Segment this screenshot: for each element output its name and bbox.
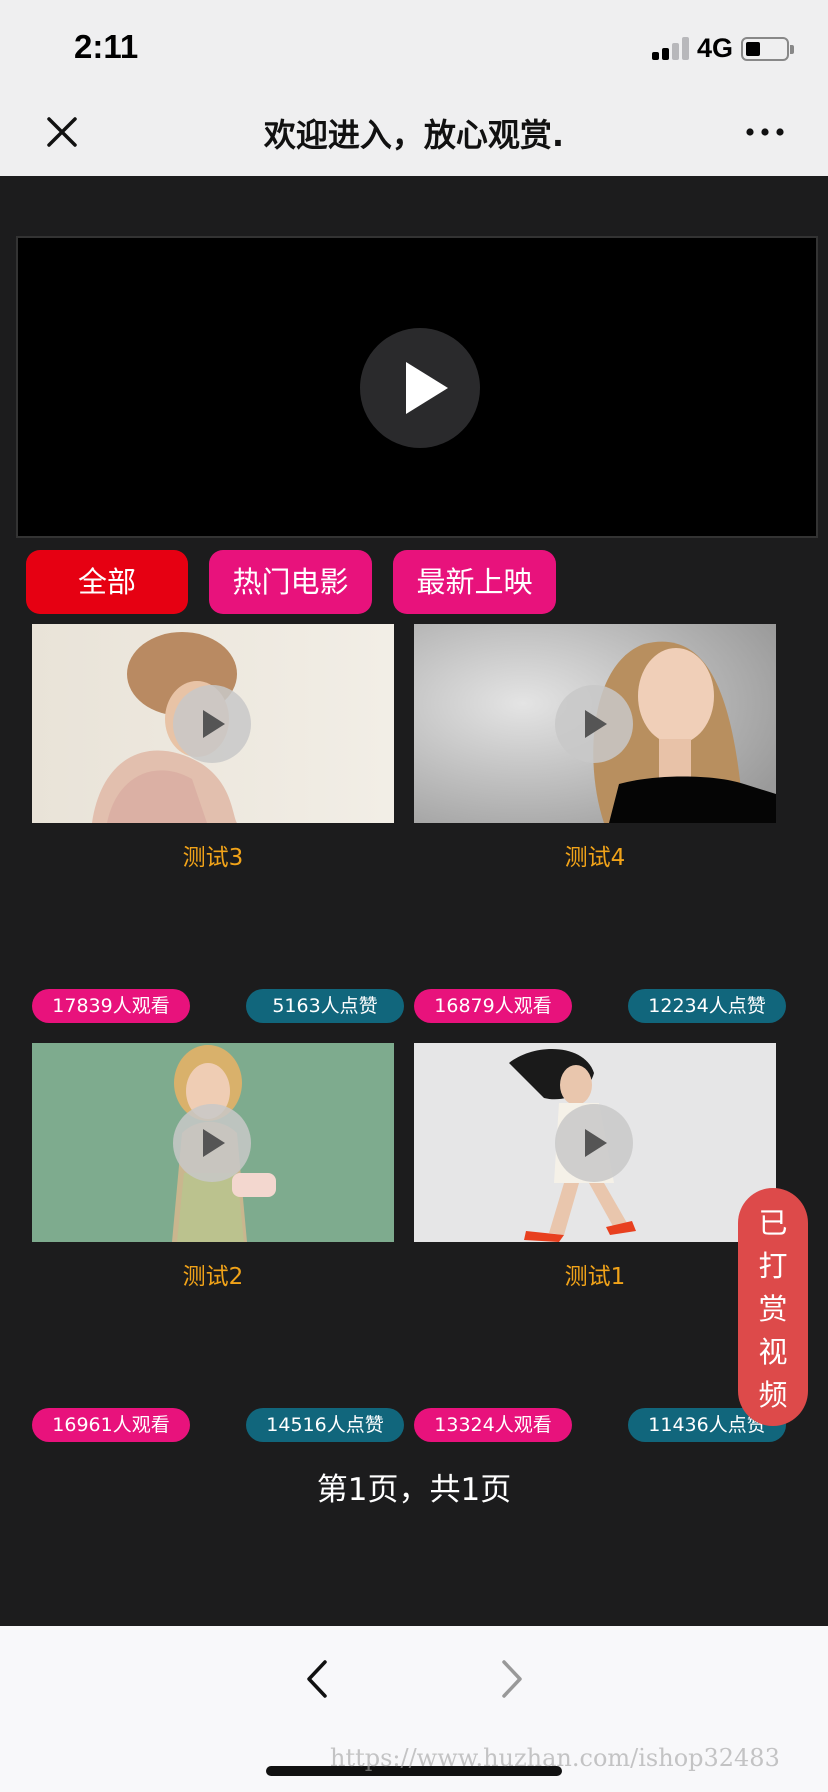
video-card[interactable]: 测试3 — [32, 624, 394, 871]
float-char: 打 — [758, 1249, 788, 1283]
play-icon[interactable] — [360, 328, 480, 448]
tab-all[interactable]: 全部 — [26, 550, 188, 614]
pagination-text: 第1页，共1页 — [316, 1472, 512, 1508]
tab-new-releases[interactable]: 最新上映 — [393, 550, 556, 614]
rewarded-videos-button[interactable]: 已 打 赏 视 频 — [738, 1188, 808, 1426]
signal-icon — [652, 36, 690, 60]
chevron-right-icon[interactable] — [490, 1654, 534, 1704]
video-player[interactable] — [16, 236, 818, 538]
status-time: 2:11 — [74, 28, 139, 65]
watermark-text: https://www.huzhan.com/ishop32483 — [330, 1744, 780, 1772]
likes-badge: 12234人点赞 — [628, 989, 786, 1023]
video-thumbnail[interactable] — [32, 1043, 394, 1242]
tab-hot-movies[interactable]: 热门电影 — [209, 550, 372, 614]
video-thumbnail[interactable] — [32, 624, 394, 823]
video-title[interactable]: 测试3 — [32, 838, 394, 872]
video-title[interactable]: 测试2 — [32, 1257, 394, 1291]
likes-badge: 5163人点赞 — [246, 989, 404, 1023]
video-title[interactable]: 测试1 — [414, 1257, 776, 1291]
battery-icon — [741, 37, 794, 61]
play-icon[interactable] — [173, 685, 251, 763]
float-char: 已 — [758, 1206, 788, 1240]
more-icon[interactable] — [740, 110, 790, 154]
views-badge: 17839人观看 — [32, 989, 190, 1023]
browser-toolbar: https://www.huzhan.com/ishop32483 — [0, 1626, 828, 1792]
close-icon[interactable] — [40, 110, 84, 154]
nav-bar: 欢迎进入，放心观赏. — [0, 88, 828, 176]
video-card[interactable]: 测试4 — [414, 624, 776, 871]
video-card[interactable]: 测试1 — [414, 1043, 776, 1290]
play-icon[interactable] — [173, 1104, 251, 1182]
network-type: 4G — [697, 33, 734, 63]
video-card[interactable]: 测试2 — [32, 1043, 394, 1290]
chevron-left-icon[interactable] — [295, 1654, 339, 1704]
float-char: 赏 — [758, 1292, 788, 1326]
video-title[interactable]: 测试4 — [414, 838, 776, 872]
page-title: 欢迎进入，放心观赏. — [263, 116, 565, 154]
status-bar: 2:11 4G — [0, 0, 828, 88]
views-badge: 13324人观看 — [414, 1408, 572, 1442]
views-badge: 16879人观看 — [414, 989, 572, 1023]
likes-badge: 14516人点赞 — [246, 1408, 404, 1442]
float-char: 频 — [758, 1378, 788, 1412]
float-char: 视 — [758, 1335, 788, 1369]
views-badge: 16961人观看 — [32, 1408, 190, 1442]
play-icon[interactable] — [555, 1104, 633, 1182]
video-thumbnail[interactable] — [414, 1043, 776, 1242]
play-icon[interactable] — [555, 685, 633, 763]
video-thumbnail[interactable] — [414, 624, 776, 823]
